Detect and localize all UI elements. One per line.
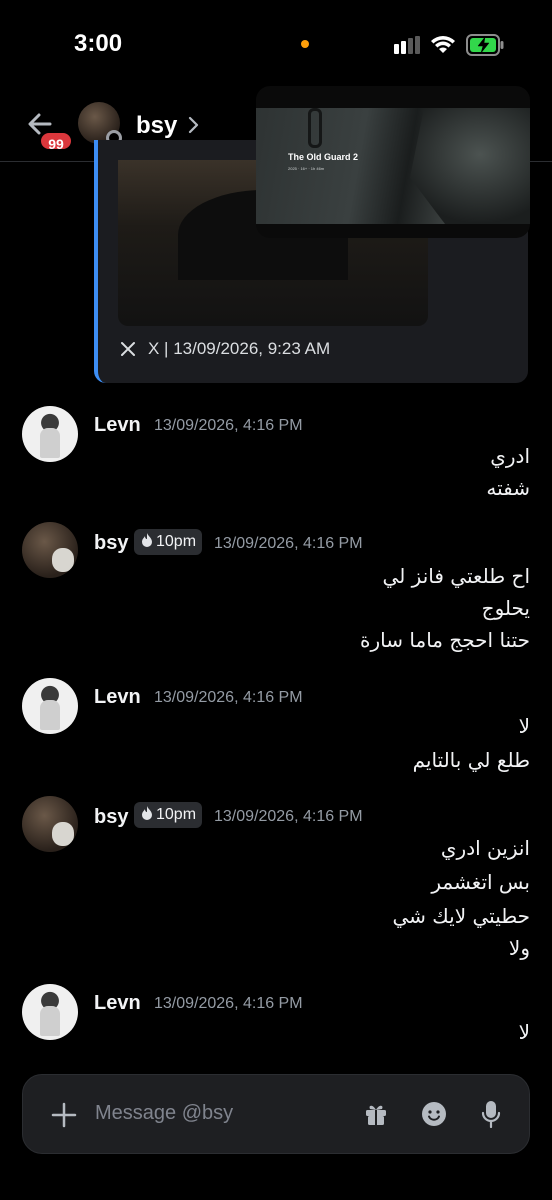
plus-icon[interactable]	[51, 1102, 77, 1128]
unread-badge: 99	[38, 130, 74, 152]
message-input[interactable]: Message @bsy	[95, 1102, 233, 1125]
avatar[interactable]	[22, 522, 78, 578]
message-text: ولا	[508, 936, 530, 960]
chevron-right-icon[interactable]	[186, 114, 202, 136]
microphone-icon[interactable]	[481, 1100, 501, 1128]
battery-charging-icon	[466, 34, 504, 56]
message-text: حتنا احجج ماما سارة	[360, 628, 530, 652]
message-timestamp: 13/09/2026, 4:16 PM	[154, 689, 303, 706]
message-text: لا	[518, 1020, 530, 1044]
message-text: بس اتغشمر	[431, 870, 530, 894]
message-author[interactable]: Levn	[94, 686, 141, 709]
avatar[interactable]	[22, 984, 78, 1040]
guild-tag-label: 10pm	[156, 533, 197, 550]
message-text: شفته	[486, 476, 530, 500]
avatar[interactable]	[22, 406, 78, 462]
message-text: طلع لي بالتايم	[412, 748, 530, 772]
gift-icon[interactable]	[363, 1101, 389, 1127]
pip-meta: 2025 · 16+ · 1h 46m	[288, 166, 325, 171]
message-timestamp: 13/09/2026, 4:16 PM	[214, 535, 363, 552]
pip-video-player[interactable]: The Old Guard 2 2025 · 16+ · 1h 46m	[256, 86, 530, 238]
pip-title: The Old Guard 2	[288, 152, 359, 162]
avatar[interactable]	[22, 796, 78, 852]
cellular-signal-icon	[394, 36, 420, 54]
message-timestamp: 13/09/2026, 4:16 PM	[154, 417, 303, 434]
x-logo-icon	[121, 342, 135, 356]
message-timestamp: 13/09/2026, 4:16 PM	[214, 808, 363, 825]
message-author[interactable]: Levn	[94, 992, 141, 1015]
emoji-icon[interactable]	[421, 1101, 447, 1127]
message-author[interactable]: Levn	[94, 414, 141, 437]
status-time: 3:00	[74, 30, 123, 57]
message-author[interactable]: bsy	[94, 532, 128, 555]
guild-tag[interactable]: 10pm	[134, 529, 203, 555]
message-composer[interactable]: Message @bsy	[22, 1074, 530, 1154]
message-text: حطيتي لايك شي	[392, 904, 530, 928]
message-text: اح طلعتي فانز لي	[382, 564, 530, 588]
message-timestamp: 13/09/2026, 4:16 PM	[154, 995, 303, 1012]
dm-recipient-name[interactable]: bsy	[136, 112, 177, 140]
message-author[interactable]: bsy	[94, 806, 128, 829]
message-text: لا	[518, 714, 530, 738]
flame-icon	[142, 806, 152, 820]
avatar[interactable]	[22, 678, 78, 734]
message-text: انزين ادري	[440, 836, 530, 860]
flame-icon	[142, 533, 152, 547]
privacy-indicator-dot	[301, 40, 309, 48]
message-text: يحلوج	[481, 596, 530, 620]
wifi-icon	[431, 36, 455, 53]
status-bar: 3:00	[0, 0, 552, 90]
message-text: ادري	[490, 444, 530, 468]
guild-tag-label: 10pm	[156, 806, 197, 823]
guild-tag[interactable]: 10pm	[134, 802, 203, 828]
pip-chain-shape	[308, 108, 322, 148]
embed-source: X | 13/09/2026, 9:23 AM	[148, 339, 331, 358]
